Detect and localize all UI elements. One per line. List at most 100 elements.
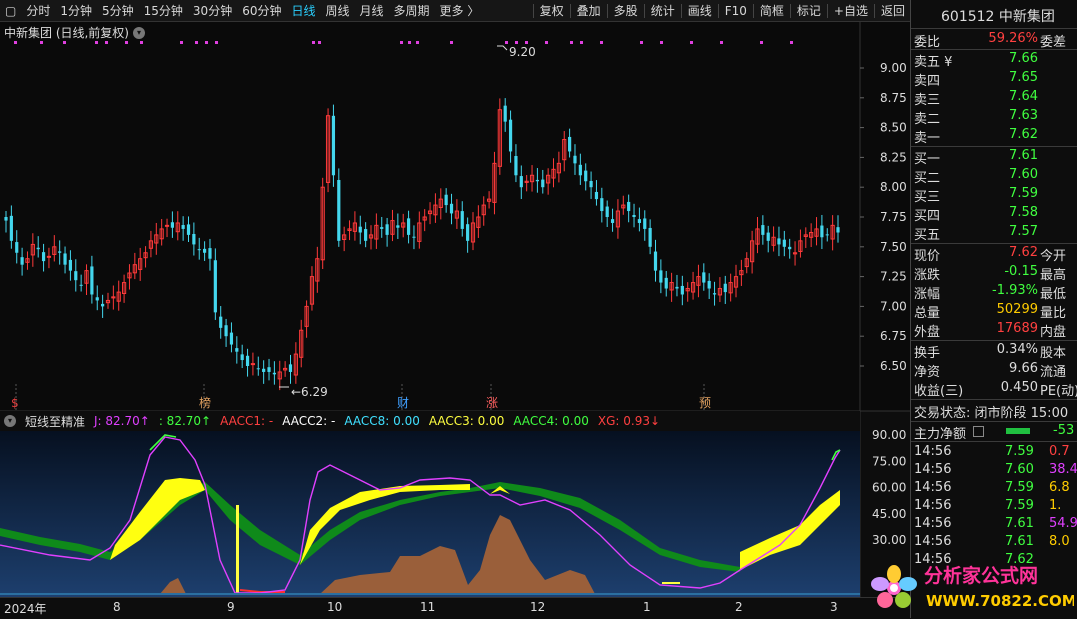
candle-down (68, 259, 73, 271)
toolbar-button-4[interactable]: 画线 (683, 0, 717, 22)
chevron-down-icon[interactable]: ▾ (4, 415, 16, 427)
date-label-1: 8 (113, 600, 121, 614)
candle-down (766, 232, 770, 241)
indicator-value-7: XG: 0.93↓ (597, 414, 661, 428)
tab-period-10[interactable]: 更多 〉 (435, 0, 485, 22)
tick-price: 7.60 (1005, 462, 1034, 477)
tab-period-4[interactable]: 30分钟 (188, 0, 237, 22)
tab-period-7[interactable]: 周线 (321, 0, 355, 22)
toolbar-button-2[interactable]: 多股 (609, 0, 643, 22)
tick-price: 7.59 (1005, 480, 1034, 495)
signal-dot (400, 41, 403, 44)
date-label-4: 11 (420, 600, 436, 614)
sell-level-2-value: 7.63 (1009, 108, 1038, 123)
tab-period-2[interactable]: 5分钟 (97, 0, 139, 22)
candle-down (653, 251, 658, 271)
candle-down (594, 191, 599, 200)
price-tick: 7.50 (880, 240, 907, 254)
toolbar-button-9[interactable]: 返回 (876, 0, 910, 22)
price-tick: 8.75 (880, 91, 907, 105)
candle-down (262, 368, 266, 372)
tick-time: 14:56 (914, 498, 952, 513)
stat-1-row: 涨跌 -0.15 最高 (911, 263, 1077, 283)
stat-3-value: 50299 (996, 302, 1038, 317)
signal-dot (408, 41, 411, 44)
toolbar-button-3[interactable]: 统计 (646, 0, 680, 22)
tab-period-6[interactable]: 日线 (286, 0, 320, 22)
price-tick: 8.25 (880, 150, 907, 164)
signal-dot (505, 41, 508, 44)
stat2-2-value: 0.450 (1000, 380, 1038, 395)
toolbar-divider (569, 3, 571, 18)
signal-dot (790, 41, 793, 44)
stat2-1-value: 9.66 (1009, 361, 1038, 376)
candle-down (777, 238, 781, 245)
event-marker[interactable]: 榜 (199, 395, 211, 410)
candle-up (164, 224, 170, 227)
toolbar-button-0[interactable]: 复权 (535, 0, 569, 22)
sell-level-2-row: 卖二 7.63 (911, 107, 1077, 127)
buy-level-3-value: 7.59 (1009, 186, 1038, 201)
signal-dot (14, 41, 17, 44)
panel-divider (911, 399, 1077, 400)
candle-down (825, 234, 829, 236)
sell-level-1-value: 7.62 (1009, 127, 1038, 142)
candle-down (396, 225, 400, 228)
candle-down (267, 367, 271, 372)
price-tick: 7.75 (880, 210, 907, 224)
signal-dot (40, 41, 43, 44)
candle-down (208, 248, 212, 259)
toolbar-button-1[interactable]: 叠加 (572, 0, 606, 22)
candle-down (385, 224, 389, 235)
event-marker[interactable]: 涨 (486, 395, 498, 410)
toolbar-button-5[interactable]: F10 (720, 0, 752, 22)
kline-chart[interactable]: 9.00 8.75 8.50 8.25 8.00 7.75 7.50 7.25 7.00 6.75… (0, 22, 910, 597)
quote-panel: 601512 中新集团 委比 59.26% 委差 卖五 ¥ 7.66 卖四 7.65 卖三 7.6… (910, 0, 1077, 618)
tick-volume: 38.4 (1049, 462, 1077, 477)
candle-down (508, 119, 513, 152)
stat-4-label: 外盘 (914, 325, 941, 340)
signal-dot (600, 41, 603, 44)
stat2-1-label: 净资 (914, 365, 941, 380)
stat2-1-row: 净资 9.66 流通 (911, 360, 1077, 380)
candle-down (820, 225, 824, 238)
signal-dot (180, 41, 183, 44)
signal-dot (690, 41, 693, 44)
tab-period-9[interactable]: 多周期 (389, 0, 435, 22)
signal-dot (205, 41, 208, 44)
indicator-name[interactable]: 短线至精准 (25, 413, 85, 430)
buy-level-2-value: 7.60 (1009, 167, 1038, 182)
candle-down (90, 266, 94, 295)
candle-down (600, 198, 604, 212)
event-marker[interactable]: 预 (699, 396, 711, 410)
stat2-0-row: 换手 0.34% 股本 (911, 341, 1077, 361)
indicator-tick: 45.00 (872, 507, 906, 521)
watermark-line2: WWW.70822.COM (926, 592, 1074, 610)
tab-period-1[interactable]: 1分钟 (55, 0, 97, 22)
tab-period-0[interactable]: 分时 (21, 0, 55, 22)
stat-1-value: -0.15 (1004, 264, 1038, 279)
toolbar-button-7[interactable]: 标记 (792, 0, 826, 22)
period-toolbar: ▢ 分时 1分钟 5分钟 15分钟 30分钟 60分钟 日线 周线 月线 多周期 更多 〉 复权 叠加 多股… (0, 0, 910, 22)
event-marker[interactable]: 财 (397, 396, 409, 410)
tab-period-5[interactable]: 60分钟 (237, 0, 286, 22)
candle-down (659, 270, 663, 283)
candle-down (337, 179, 341, 241)
tick-volume: 54.9 (1049, 516, 1077, 531)
sell-level-3-value: 7.64 (1009, 89, 1038, 104)
event-marker[interactable]: $ (11, 396, 19, 410)
tab-period-3[interactable]: 15分钟 (139, 0, 188, 22)
tab-period-8[interactable]: 月线 (355, 0, 389, 22)
candle-down (288, 364, 293, 372)
indicator-value-1: : 82.70↑ (158, 414, 212, 428)
chart-menu-icon[interactable]: ▢ (0, 0, 21, 22)
stat-0-label: 现价 (914, 249, 941, 264)
toolbar-button-6[interactable]: 简框 (755, 0, 789, 22)
candle-down (192, 233, 196, 245)
chevron-down-icon[interactable]: ▾ (133, 26, 145, 39)
list-icon[interactable] (973, 426, 984, 437)
stat-0-value: 7.62 (1009, 245, 1038, 260)
signal-dot (416, 41, 419, 44)
tick-volume: 1. (1049, 498, 1062, 513)
toolbar-button-8[interactable]: +自选 (829, 0, 873, 22)
